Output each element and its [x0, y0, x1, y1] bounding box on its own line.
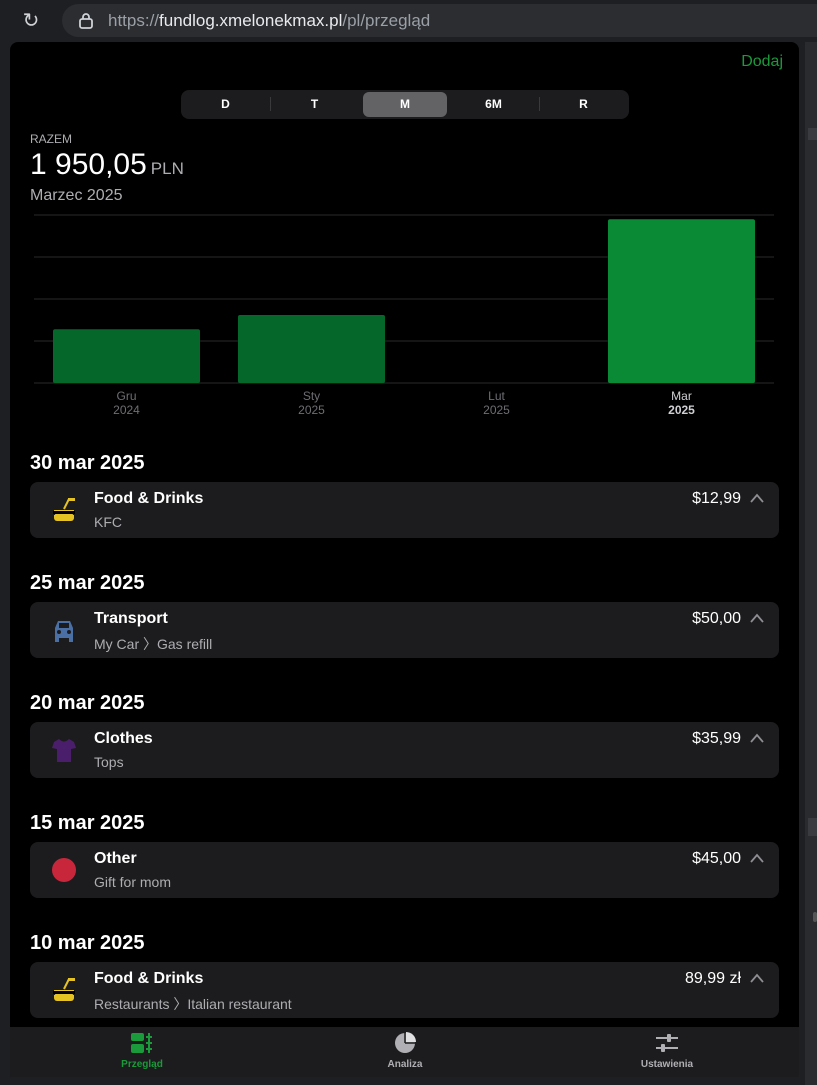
transaction-card[interactable]: Transport My Car 〉Gas refill $50,00 — [30, 602, 779, 658]
chevron-up-icon[interactable] — [749, 732, 765, 744]
app-window: Dodaj D T M 6M R RAZEM 1 950,05 PLN Marze… — [10, 42, 799, 1077]
transaction-detail: KFC — [94, 514, 122, 530]
date-header: 10 mar 2025 — [30, 932, 145, 954]
transaction-amount: $50,00 — [692, 610, 741, 627]
chart-bar[interactable] — [608, 219, 755, 383]
car-icon — [55, 621, 73, 642]
x-tick-month: Mar — [671, 389, 692, 403]
chart-bar[interactable] — [238, 314, 385, 383]
transaction-amount: 89,99 zł — [684, 970, 741, 987]
transaction-detail: Gift for mom — [94, 874, 172, 890]
transaction-card[interactable]: Clothes Tops $35,99 — [30, 722, 779, 778]
tab-analysis[interactable]: Analiza — [345, 1031, 465, 1070]
circle-icon — [52, 858, 76, 882]
date-header: 15 mar 2025 — [30, 812, 145, 834]
segment-6-months[interactable]: 6M — [451, 92, 536, 117]
transaction-category: Food & Drinks — [94, 490, 204, 507]
transaction-category: Clothes — [94, 730, 153, 747]
x-tick-year: 2025 — [298, 403, 325, 417]
x-tick-month: Gru — [116, 389, 136, 403]
transaction-amount: $45,00 — [692, 850, 741, 867]
transaction-amount: $12,99 — [692, 490, 741, 507]
period-label: Marzec 2025 — [30, 187, 123, 204]
overview-icon — [131, 1033, 152, 1053]
date-header: 30 mar 2025 — [30, 452, 145, 474]
tab-bar: Przegląd Analiza Ustawienia — [10, 1027, 799, 1077]
food-icon — [53, 978, 75, 1001]
food-icon — [53, 498, 75, 521]
transaction-amount: $35,99 — [692, 730, 741, 747]
transaction-category: Food & Drinks — [94, 970, 204, 987]
x-tick-year: 2025 — [483, 403, 510, 417]
side-panel — [805, 42, 817, 1085]
transaction-card[interactable]: Food & Drinks Restaurants 〉Italian restau… — [30, 962, 779, 1018]
chevron-up-icon[interactable] — [749, 612, 765, 624]
address-bar[interactable]: https://fundlog.xmelonekmax.pl/pl/przegl… — [62, 4, 817, 37]
segment-week[interactable]: T — [272, 92, 357, 117]
chart-bar[interactable] — [53, 329, 200, 383]
tab-overview[interactable]: Przegląd — [82, 1031, 202, 1070]
reload-icon[interactable]: ↻ — [20, 10, 42, 32]
transaction-detail: My Car 〉Gas refill — [94, 636, 213, 652]
pie-chart-icon — [395, 1032, 416, 1053]
segment-day[interactable]: D — [183, 92, 268, 117]
chevron-up-icon[interactable] — [749, 852, 765, 864]
transaction-detail: Tops — [94, 754, 124, 770]
chevron-up-icon[interactable] — [749, 972, 765, 984]
lock-icon — [79, 13, 93, 29]
total-label: RAZEM — [30, 132, 72, 146]
shirt-icon — [52, 739, 76, 762]
transaction-card[interactable]: Other Gift for mom $45,00 — [30, 842, 779, 898]
x-tick-month: Lut — [488, 389, 505, 403]
transaction-detail: Restaurants 〉Italian restaurant — [94, 996, 292, 1012]
date-header: 25 mar 2025 — [30, 572, 145, 594]
segment-month[interactable]: M — [363, 92, 447, 117]
spending-chart: Gru2024Sty2025Lut2025Mar2025 — [34, 214, 774, 417]
total-amount: 1 950,05 PLN — [30, 148, 184, 181]
transaction-card[interactable]: Food & Drinks KFC $12,99 — [30, 482, 779, 538]
browser-toolbar: ↻ https://fundlog.xmelonekmax.pl/pl/prze… — [0, 0, 817, 42]
transaction-category: Transport — [94, 610, 168, 627]
period-selector: D T M 6M R — [181, 90, 629, 119]
tab-settings[interactable]: Ustawienia — [607, 1031, 727, 1070]
transaction-category: Other — [94, 850, 137, 867]
date-header: 20 mar 2025 — [30, 692, 145, 714]
sliders-icon — [656, 1034, 678, 1052]
chevron-up-icon[interactable] — [749, 492, 765, 504]
segment-year[interactable]: R — [541, 92, 626, 117]
x-tick-month: Sty — [303, 389, 320, 403]
add-button[interactable]: Dodaj — [741, 53, 783, 71]
x-tick-year: 2024 — [113, 403, 140, 417]
x-tick-year: 2025 — [668, 403, 695, 417]
url-text: https://fundlog.xmelonekmax.pl/pl/przegl… — [108, 11, 431, 30]
